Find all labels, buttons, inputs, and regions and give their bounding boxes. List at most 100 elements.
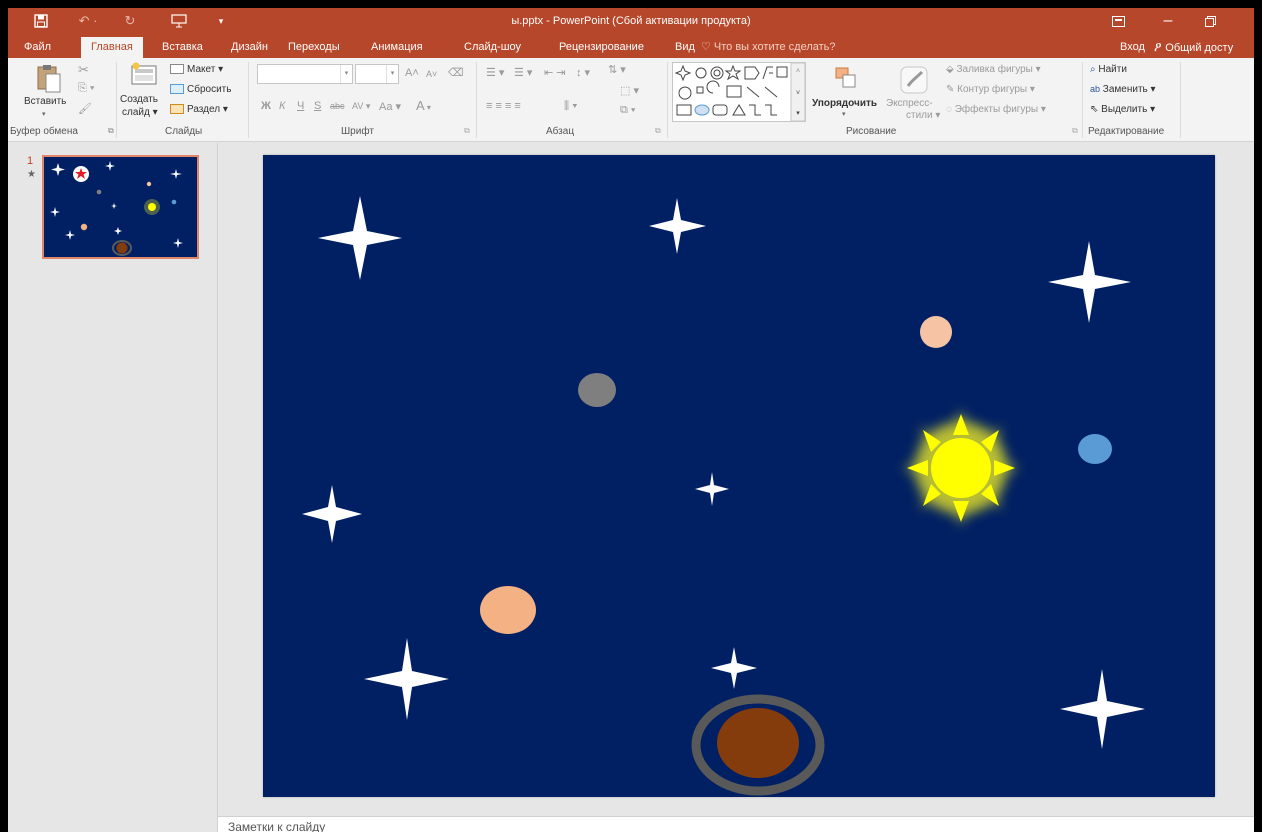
tab-animations[interactable]: Анимация	[367, 37, 427, 58]
paragraph-launcher-icon[interactable]: ⧉	[655, 126, 661, 136]
svg-text:˄: ˄	[796, 68, 800, 75]
font-launcher-icon[interactable]: ⧉	[464, 126, 470, 136]
replace-button[interactable]: ab Заменить ▾	[1090, 84, 1156, 95]
separator	[1082, 62, 1083, 138]
indent-icons[interactable]: ⇤ ⇥	[544, 66, 566, 79]
person-icon: ዖ	[1154, 39, 1166, 54]
arrange-dropdown-icon[interactable]: ▾	[842, 110, 846, 118]
slide-thumbnail[interactable]	[42, 155, 199, 259]
section-button[interactable]: Раздел ▾	[170, 104, 228, 115]
tab-slideshow[interactable]: Слайд-шоу	[460, 37, 525, 58]
planet-gray[interactable]	[578, 373, 616, 407]
grow-font-button[interactable]: A˄	[405, 67, 419, 79]
title-bar: ↶ · ↻ ▾ ы.pptx - PowerPoint (Сбой актива…	[8, 8, 1254, 34]
shadow-button[interactable]: S	[314, 100, 321, 112]
quick-styles-icon	[900, 66, 928, 97]
tab-view[interactable]: Вид	[671, 37, 699, 58]
tab-insert[interactable]: Вставка	[158, 37, 207, 58]
new-slide-button-line2[interactable]: слайд ▾	[122, 107, 158, 118]
align-icons[interactable]: ≡ ≡ ≡ ≡	[486, 100, 521, 112]
bullets-icon[interactable]: ☰ ▾	[486, 66, 504, 79]
italic-button[interactable]: К	[279, 100, 285, 112]
shrink-font-button[interactable]: A˅	[426, 69, 437, 79]
group-label-font: Шрифт	[341, 126, 374, 137]
quick-styles-button[interactable]: Экспресс-	[886, 98, 933, 109]
group-label-paragraph: Абзац	[546, 126, 575, 137]
new-slide-button[interactable]: Создать	[120, 94, 158, 105]
shapes-gallery[interactable]: ˄ ˅ ▾	[672, 62, 806, 122]
separator	[667, 62, 668, 138]
signin-link[interactable]: Вход	[1120, 37, 1145, 57]
slide-thumbnail-pane: 1 ★	[8, 143, 218, 832]
sun-shape[interactable]	[903, 410, 1019, 526]
numbering-icon[interactable]: ☰ ▾	[514, 66, 532, 79]
planet-peach-large[interactable]	[480, 586, 536, 634]
clear-format-icon[interactable]: ⌫	[448, 66, 464, 79]
tell-me-text: Что вы хотите сделать?	[713, 41, 836, 53]
reset-button[interactable]: Сбросить	[170, 84, 231, 95]
share-button[interactable]: ዖ Общий досту	[1154, 37, 1233, 58]
smartart-icon[interactable]: ⧉ ▾	[620, 104, 636, 117]
tell-me-box[interactable]: ♡ Что вы хотите сделать?	[701, 37, 836, 58]
font-color-button[interactable]: A ▾	[416, 98, 431, 113]
tab-transitions[interactable]: Переходы	[284, 37, 344, 58]
replace-icon: ab	[1090, 84, 1101, 94]
select-button[interactable]: ⇖ Выделить ▾	[1090, 104, 1155, 115]
share-label: Общий досту	[1165, 42, 1234, 54]
format-painter-icon[interactable]: 🖌	[78, 102, 92, 115]
shape-effects-button[interactable]: ◌ Эффекты фигуры ▾	[946, 104, 1046, 115]
transition-marker-icon: ★	[27, 169, 36, 180]
find-button[interactable]: ⌕ Найти	[1090, 64, 1127, 75]
text-direction-icon[interactable]: ⇅ ▾	[608, 63, 626, 76]
minimize-icon[interactable]: –	[1148, 8, 1188, 34]
paste-dropdown-icon[interactable]: ▾	[42, 110, 46, 118]
copy-icon[interactable]: ⎘ ▾	[78, 82, 94, 95]
clipboard-launcher-icon[interactable]: ⧉	[108, 126, 114, 136]
drawing-launcher-icon[interactable]: ⧉	[1072, 126, 1078, 136]
search-icon: ⌕	[1090, 64, 1096, 75]
font-name-combo[interactable]: ▾	[257, 64, 353, 84]
change-case-button[interactable]: Aa ▾	[379, 100, 401, 113]
svg-text:˅: ˅	[796, 90, 800, 97]
group-label-clipboard: Буфер обмена	[10, 126, 78, 137]
font-size-combo[interactable]: ▾	[355, 64, 399, 84]
align-text-icon[interactable]: ⬚ ▾	[620, 84, 639, 97]
select-arrow-icon: ⇖	[1090, 104, 1099, 115]
columns-icon[interactable]: ⫼ ▾	[564, 100, 577, 113]
shape-outline-button[interactable]: ✎ Контур фигуры ▾	[946, 84, 1035, 95]
arrange-button[interactable]: Упорядочить	[812, 98, 877, 109]
layout-button[interactable]: Макет ▾	[170, 64, 223, 75]
new-slide-icon	[130, 62, 158, 91]
separator	[476, 62, 477, 138]
separator	[116, 62, 117, 138]
notes-pane[interactable]: Заметки к слайду	[218, 816, 1254, 832]
window-title: ы.pptx - PowerPoint (Сбой активации прод…	[511, 15, 751, 27]
svg-text:▾: ▾	[796, 110, 800, 117]
strikethrough-button[interactable]: abc	[330, 101, 345, 111]
ribbon-display-icon[interactable]	[1098, 8, 1138, 34]
group-label-drawing: Рисование	[846, 126, 897, 137]
cut-icon[interactable]: ✂	[78, 62, 89, 78]
tab-review[interactable]: Рецензирование	[555, 37, 648, 58]
paste-button[interactable]: Вставить	[24, 96, 66, 107]
slide-number: 1	[27, 155, 34, 167]
ribbon-home: Вставить ▾ ✂ ⎘ ▾ 🖌 Буфер обмена ⧉ Создат…	[8, 58, 1254, 142]
char-spacing-button[interactable]: AV ▾	[352, 101, 370, 112]
maximize-icon[interactable]	[1190, 8, 1230, 34]
group-label-slides: Слайды	[165, 126, 203, 137]
line-spacing-icon[interactable]: ↕ ▾	[576, 66, 590, 79]
arrange-icon	[834, 66, 858, 93]
bold-button[interactable]: Ж	[261, 100, 271, 112]
paste-icon	[34, 64, 62, 97]
tab-file[interactable]: Файл	[20, 37, 55, 58]
planet-blue[interactable]	[1078, 434, 1112, 464]
quick-styles-button-line2[interactable]: стили ▾	[906, 110, 940, 121]
planet-peach-small[interactable]	[920, 316, 952, 348]
separator	[248, 62, 249, 138]
slide-canvas[interactable]	[263, 155, 1215, 797]
tab-home[interactable]: Главная	[81, 37, 143, 58]
separator	[1180, 62, 1181, 138]
shape-fill-button[interactable]: ⬙ Заливка фигуры ▾	[946, 64, 1041, 75]
underline-button[interactable]: Ч	[297, 100, 304, 112]
tab-design[interactable]: Дизайн	[227, 37, 272, 58]
